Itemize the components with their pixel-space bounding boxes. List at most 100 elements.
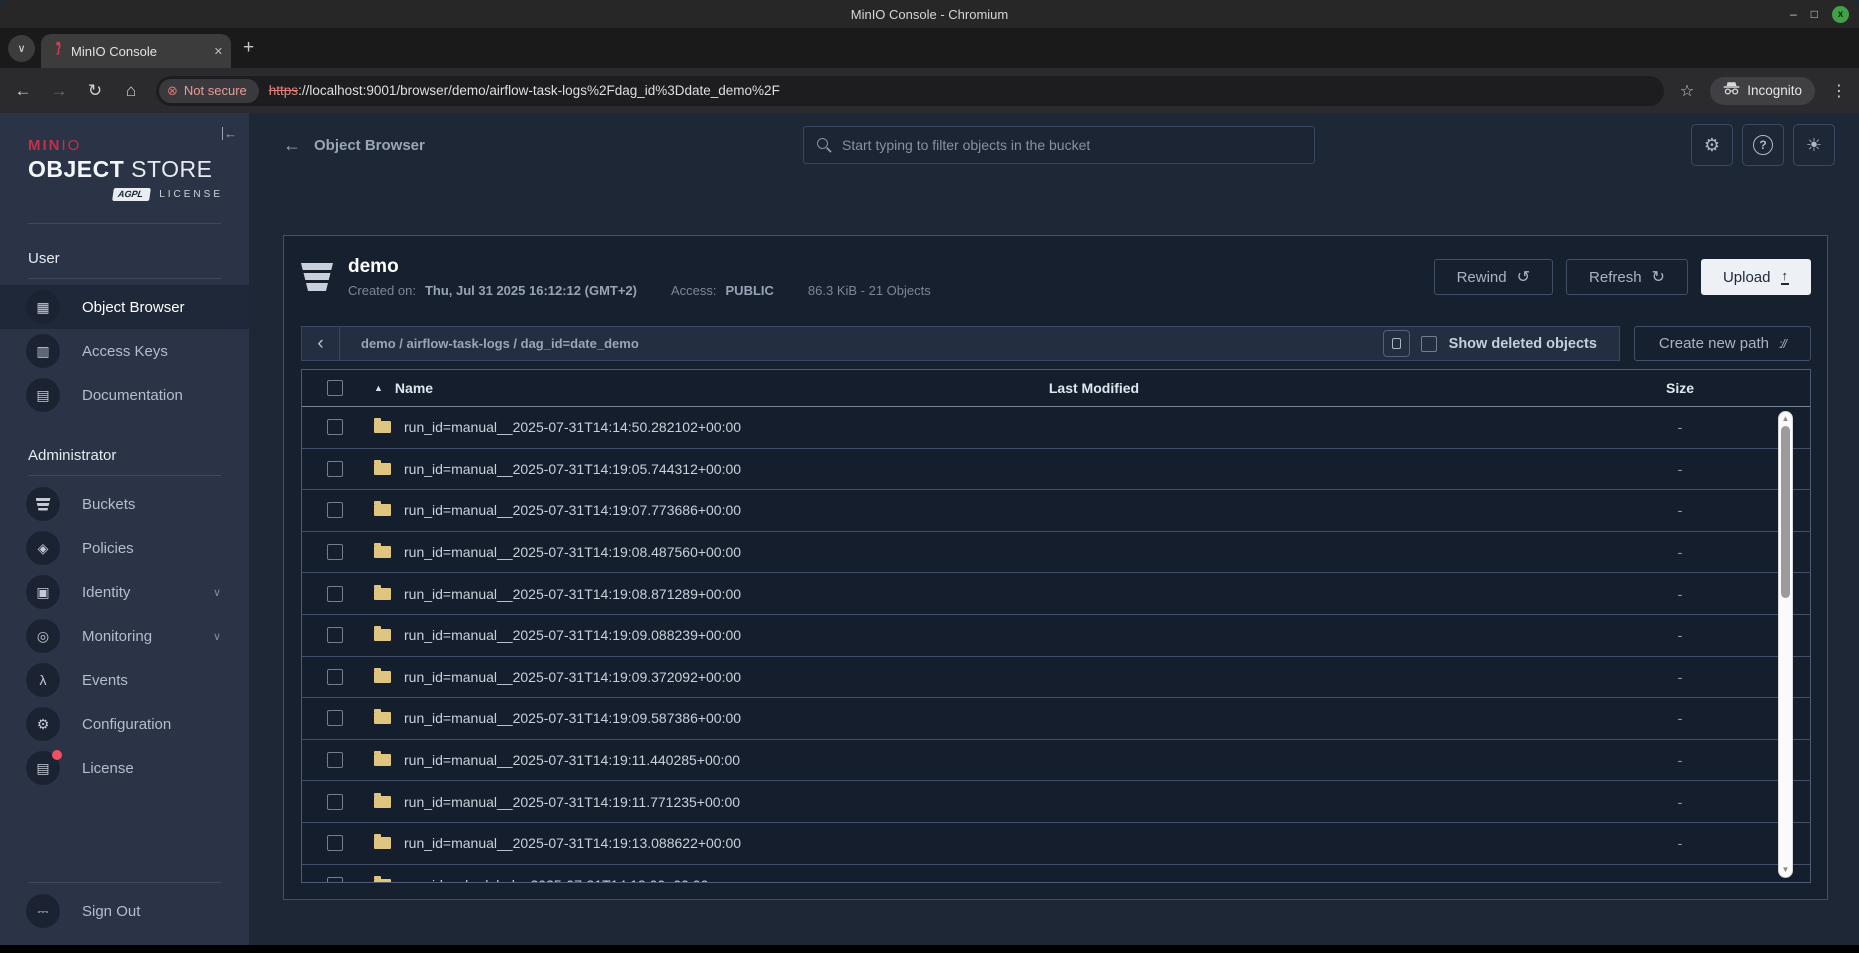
column-name[interactable]: ▲ Name [374,380,834,396]
sidebar-item-identity[interactable]: ▣Identity∨ [0,570,249,614]
table-row[interactable]: run_id=manual__2025-07-31T14:19:11.77123… [302,781,1810,823]
sidebar-collapse-icon[interactable]: ← [222,127,237,140]
copy-path-button[interactable] [1383,330,1410,357]
search-input[interactable] [842,137,1301,153]
row-checkbox[interactable] [327,794,343,810]
folder-icon [374,879,391,883]
row-checkbox[interactable] [327,627,343,643]
sidebar-item-license[interactable]: ▤License [0,746,249,790]
refresh-button[interactable]: Refresh ↻ [1566,259,1688,295]
object-size: - [1590,627,1770,643]
table-row[interactable]: run_id=manual__2025-07-31T14:19:08.87128… [302,573,1810,615]
row-checkbox[interactable] [327,419,343,435]
path-icon: :// [1779,337,1786,351]
tab-close-icon[interactable]: ✕ [214,45,223,58]
not-secure-badge[interactable]: ⊗ Not secure [159,79,259,103]
url-bar[interactable]: ⊗ Not secure https://localhost:9001/brow… [156,76,1664,106]
sign-out-icon: ⎓ [26,894,60,928]
table-scrollbar[interactable]: ▲ ▼ [1778,411,1793,878]
rewind-icon: ↺ [1517,267,1530,287]
row-checkbox[interactable] [327,877,343,883]
sidebar-item-documentation[interactable]: ▤Documentation [0,373,249,417]
help-button[interactable]: ? [1742,124,1784,166]
sidebar-item-configuration[interactable]: ⚙Configuration [0,702,249,746]
refresh-icon: ↻ [1652,267,1665,287]
upload-button[interactable]: Upload ↑ [1701,259,1811,295]
table-row[interactable]: run_id=manual__2025-07-31T14:19:09.08823… [302,615,1810,657]
sidebar-item-events[interactable]: λEvents [0,658,249,702]
reload-icon[interactable]: ↻ [84,81,106,101]
sidebar-item-policies[interactable]: ◈Policies [0,526,249,570]
help-icon: ? [1753,135,1773,155]
create-new-path-button[interactable]: Create new path :// [1634,326,1811,361]
folder-icon [374,671,391,683]
row-checkbox[interactable] [327,669,343,685]
folder-icon [374,837,391,849]
license-icon: ▤ [26,751,60,785]
table-row[interactable]: run_id=manual__2025-07-31T14:19:11.44028… [302,740,1810,782]
settings-button[interactable]: ⚙ [1691,124,1733,166]
monitoring-icon: ◎ [26,619,60,653]
folder-icon [374,504,391,516]
scroll-down-icon[interactable]: ▼ [1779,865,1792,875]
column-last-modified[interactable]: Last Modified [834,380,1354,396]
sidebar-item-monitoring[interactable]: ◎Monitoring∨ [0,614,249,658]
minimize-button[interactable]: – [1790,8,1797,20]
folder-icon [374,712,391,724]
row-checkbox[interactable] [327,586,343,602]
row-checkbox[interactable] [327,835,343,851]
object-browser-icon: ▦ [26,290,60,324]
table-row[interactable]: run_id=manual__2025-07-31T14:14:50.28210… [302,407,1810,449]
table-row[interactable]: run_id=manual__2025-07-31T14:19:07.77368… [302,490,1810,532]
content: ← Object Browser ⚙ ? ☀ [249,113,1859,945]
sidebar-item-buckets[interactable]: Buckets [0,482,249,526]
sidebar-item-label: Documentation [82,387,223,404]
main-zone: demo Created on: Thu, Jul 31 2025 16:12:… [249,177,1859,945]
tab-search-button[interactable]: ∨ [8,35,35,62]
chevron-down-icon: ∨ [213,586,221,599]
window-title: MinIO Console - Chromium [851,7,1009,22]
new-tab-button[interactable]: + [243,37,254,59]
select-all-checkbox[interactable] [327,380,343,396]
scrollbar-thumb[interactable] [1781,426,1790,598]
row-checkbox[interactable] [327,502,343,518]
table-row[interactable]: run_id=manual__2025-07-31T14:19:05.74431… [302,449,1810,491]
object-name: run_id=scheduled__2025-07-31T14:13:00+00… [404,877,708,883]
buckets-icon [26,487,60,521]
home-icon[interactable]: ⌂ [120,81,142,101]
access-keys-icon: ▥ [26,334,60,368]
table-row[interactable]: run_id=scheduled__2025-07-31T14:13:00+00… [302,865,1810,883]
row-checkbox[interactable] [327,544,343,560]
table-row[interactable]: run_id=manual__2025-07-31T14:19:09.58738… [302,698,1810,740]
table-row[interactable]: run_id=manual__2025-07-31T14:19:08.48756… [302,532,1810,574]
sidebar-item-object-browser[interactable]: ▦Object Browser [0,285,249,329]
browser-menu-icon[interactable]: ⋮ [1831,81,1847,101]
path-back-button[interactable]: ‹ [302,327,340,360]
browser-tab[interactable]: MinIO Console ✕ [41,34,231,68]
row-checkbox[interactable] [327,752,343,768]
sidebar-item-access-keys[interactable]: ▥Access Keys [0,329,249,373]
sidebar-section-label: Administrator [0,447,249,464]
close-button[interactable]: x [1832,6,1849,23]
row-checkbox[interactable] [327,710,343,726]
breadcrumb[interactable]: demo / airflow-task-logs / dag_id=date_d… [340,336,1383,351]
scroll-up-icon[interactable]: ▲ [1779,414,1792,424]
upload-icon: ↑ [1781,269,1790,285]
object-size: - [1590,669,1770,685]
page-back-icon[interactable]: ← [283,135,301,156]
column-size[interactable]: Size [1590,380,1770,396]
theme-toggle-button[interactable]: ☀ [1793,124,1835,166]
bucket-header: demo Created on: Thu, Jul 31 2025 16:12:… [284,244,1827,310]
bookmark-star-icon[interactable]: ☆ [1680,81,1694,101]
forward-icon[interactable]: → [48,81,70,101]
back-icon[interactable]: ← [12,81,34,101]
row-checkbox[interactable] [327,461,343,477]
chevron-down-icon: ∨ [213,630,221,643]
table-row[interactable]: run_id=manual__2025-07-31T14:19:13.08862… [302,823,1810,865]
sidebar-item-sign-out[interactable]: ⎓ Sign Out [0,889,249,933]
maximize-button[interactable]: □ [1811,8,1818,20]
desktop-strip [0,945,1859,953]
table-row[interactable]: run_id=manual__2025-07-31T14:19:09.37209… [302,657,1810,699]
show-deleted-checkbox[interactable] [1421,336,1437,352]
rewind-button[interactable]: Rewind ↺ [1434,259,1553,295]
